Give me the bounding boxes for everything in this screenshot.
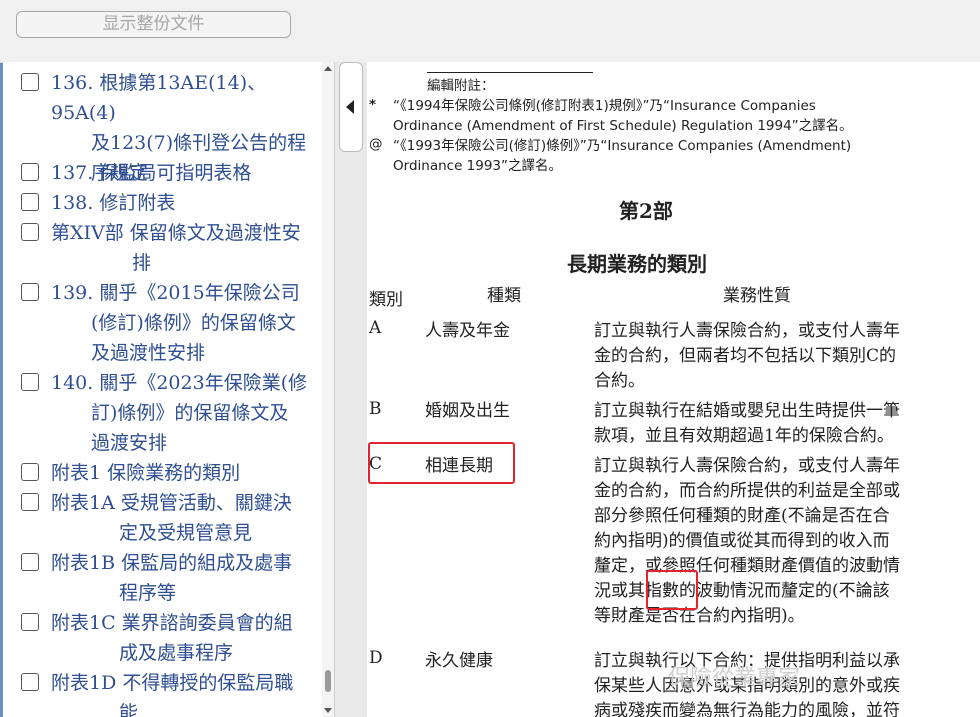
toc-item-label[interactable]: 成及處事程序	[51, 638, 321, 668]
show-full-document-button[interactable]: 显示整份文件	[16, 11, 291, 38]
toc-item-label[interactable]: 過渡安排	[51, 428, 321, 458]
toc-checkbox[interactable]	[21, 463, 39, 481]
toc-item-label[interactable]: 140. 關乎《2023年保險業(修	[51, 372, 307, 394]
toc-item-label[interactable]: 附表1C 業界諮詢委員會的組	[51, 612, 293, 634]
footnote-line: “《1994年保險公司條例(修訂附表1)規例》”乃“Insurance Comp…	[393, 98, 816, 114]
footnote-line: “《1993年保險公司(修訂)條例》”乃“Insurance Companies…	[393, 138, 852, 154]
chevron-left-icon	[346, 100, 354, 114]
toc-checkbox[interactable]	[21, 193, 39, 211]
toc-item-label[interactable]: 139. 關乎《2015年保險公司	[51, 282, 300, 304]
toc-item-label[interactable]: (修訂)條例》的保留條文	[51, 308, 321, 338]
toc-checkbox[interactable]	[21, 283, 39, 301]
toc-item-label[interactable]: 附表1B 保監局的組成及處事	[51, 552, 292, 574]
row-kind: 婚姻及出生	[425, 401, 510, 421]
highlight-box-index	[646, 570, 698, 610]
toc-checkbox[interactable]	[21, 373, 39, 391]
toc-item-label[interactable]: 附表1 保險業務的類別	[51, 462, 240, 484]
column-header-nature: 業務性質	[723, 286, 791, 306]
toc-item-label[interactable]: 及過渡性安排	[51, 338, 321, 368]
scroll-up-arrow-icon[interactable]	[324, 66, 332, 71]
collapse-panel-button[interactable]	[339, 62, 363, 152]
row-class: A	[369, 318, 382, 338]
watermark: 保險從業專家	[668, 666, 801, 691]
row-nature: 訂立與執行在結婚或嬰兒出生時提供一筆 款項，並且有效期超過1年的保險合約。	[594, 401, 900, 446]
toc-item-label[interactable]: 137. 保監局可指明表格	[51, 162, 251, 184]
toc-item-label[interactable]: 136. 根據第13AE(14)、95A(4)	[51, 72, 266, 124]
toc-item-label[interactable]: 訂)條例》的保留條文及	[51, 398, 321, 428]
footnote-line: Ordinance 1993”之譯名。	[393, 158, 563, 174]
toc-checkbox[interactable]	[21, 613, 39, 631]
toc-item-label[interactable]: 程序等	[51, 578, 321, 608]
toc-item-label[interactable]: 附表1A 受規管活動、關鍵決	[51, 492, 292, 514]
editor-note-label: 編輯附註：	[427, 78, 495, 94]
toc-checkbox[interactable]	[21, 493, 39, 511]
toc-checkbox[interactable]	[21, 223, 39, 241]
table-of-contents: 136. 根據第13AE(14)、95A(4) 及123(7)條刊登公告的程 序…	[3, 62, 333, 717]
scroll-down-arrow-icon[interactable]	[324, 708, 332, 713]
toc-item-label[interactable]: 及123(7)條刊登公告的程	[51, 128, 321, 158]
column-header-class: 類別	[369, 290, 403, 310]
toc-item-label[interactable]: 附表1D 不得轉授的保監局職	[51, 672, 293, 694]
row-kind: 永久健康	[425, 651, 493, 671]
part-heading: 第2部	[619, 199, 673, 223]
section-title: 長期業務的類別	[567, 252, 707, 276]
highlight-box-class-c	[368, 442, 515, 484]
document-view: 編輯附註： * “《1994年保險公司條例(修訂附表1)規例》”乃“Insura…	[367, 62, 980, 717]
toc-item-label[interactable]: 第XIV部 保留條文及過渡性安	[51, 222, 301, 244]
toc-item-label[interactable]: 排	[51, 248, 321, 278]
column-header-kind: 種類	[487, 286, 521, 306]
toc-checkbox[interactable]	[21, 163, 39, 181]
row-class: D	[369, 648, 383, 668]
top-toolbar: 显示整份文件	[0, 0, 980, 63]
panel-splitter[interactable]	[334, 62, 368, 717]
row-kind: 人壽及年金	[425, 321, 510, 341]
note-divider	[427, 72, 593, 73]
toc-checkbox[interactable]	[21, 673, 39, 691]
footnote-mark: *	[369, 97, 377, 113]
toc-scrollbar[interactable]	[322, 62, 334, 717]
toc-checkbox[interactable]	[21, 553, 39, 571]
footnote-line: Ordinance (Amendment of First Schedule) …	[393, 118, 853, 134]
row-nature: 訂立與執行人壽保險合約，或支付人壽年 金的合約，但兩者均不包括以下類別C的 合約。	[594, 321, 900, 391]
footnote-mark: @	[369, 136, 383, 152]
toc-checkbox[interactable]	[21, 73, 39, 91]
toc-item-label[interactable]: 138. 修訂附表	[51, 192, 175, 214]
row-class: B	[369, 399, 382, 419]
toc-item-label[interactable]: 定及受規管意見	[51, 518, 321, 548]
toc-item-label[interactable]: 能	[51, 698, 321, 717]
scrollbar-thumb[interactable]	[325, 670, 331, 692]
